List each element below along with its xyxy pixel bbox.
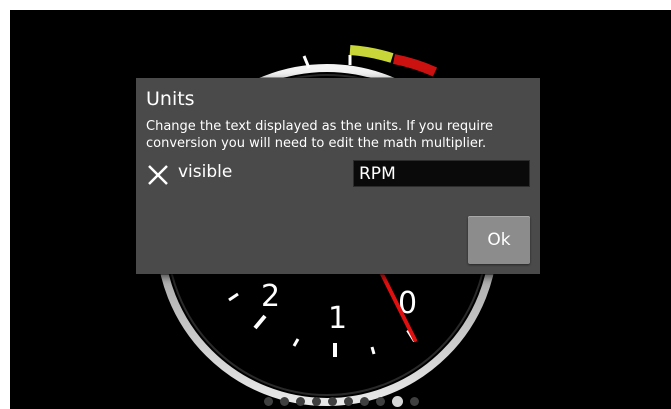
page-dot[interactable] [409, 396, 419, 406]
dialog-message: Change the text displayed as the units. … [146, 119, 494, 151]
page-dot-active[interactable] [391, 395, 403, 407]
ok-button[interactable]: Ok [468, 216, 530, 264]
gauge-number-2: 2 [261, 279, 280, 314]
gauge-number-1: 1 [328, 301, 347, 336]
page-dot[interactable] [263, 396, 273, 406]
page-dot[interactable] [311, 396, 321, 406]
visible-label[interactable]: visible [178, 162, 232, 182]
dashboard-screen: 2 1 0 Units Change the text displayed as… [10, 10, 671, 409]
page-dot[interactable] [375, 396, 385, 406]
dialog-title: Units [146, 88, 195, 110]
page-dot[interactable] [295, 396, 305, 406]
page-indicator [0, 393, 671, 409]
gauge-redline-zone [392, 54, 438, 77]
units-dialog: Units Change the text displayed as the u… [136, 78, 540, 274]
gauge-tick [292, 338, 300, 347]
page-dot[interactable] [343, 396, 353, 406]
gauge-tick [253, 314, 267, 330]
gauge-tick [370, 346, 376, 355]
page-dot[interactable] [327, 396, 337, 406]
page-dot[interactable] [359, 396, 369, 406]
gauge-tick [228, 292, 239, 302]
visible-checkbox[interactable] [146, 163, 170, 187]
page-dot[interactable] [279, 396, 289, 406]
gauge-caution-zone [349, 45, 394, 63]
x-mark-icon [148, 165, 168, 185]
units-input[interactable] [353, 160, 530, 187]
